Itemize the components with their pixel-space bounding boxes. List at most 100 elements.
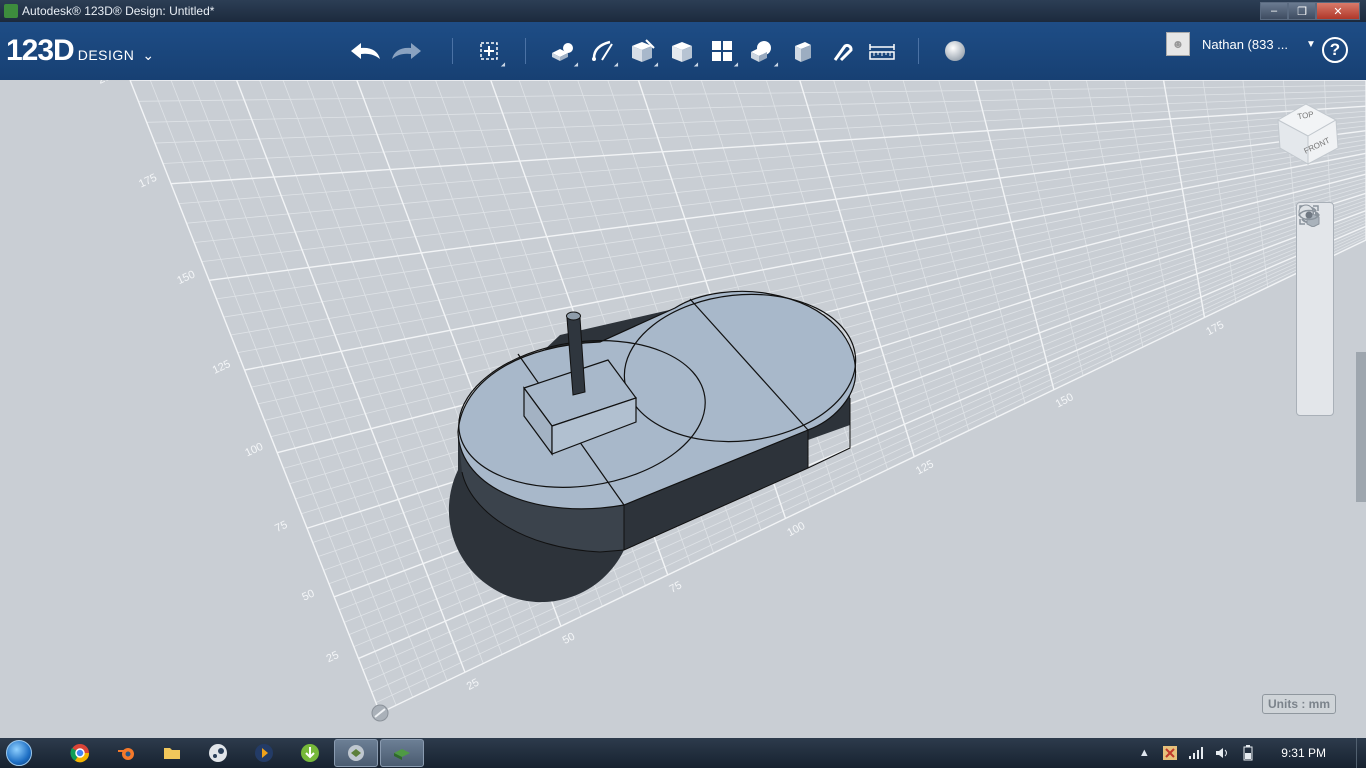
logo-secondary: DESIGN (77, 47, 135, 63)
dropdown-indicator-icon (500, 62, 508, 69)
windows-taskbar: ▲ 9:31 PM (0, 738, 1366, 768)
grid-axis-label: 25 (465, 677, 481, 693)
battery-icon[interactable] (1240, 745, 1256, 761)
grid-axis-label: 125 (211, 358, 233, 377)
toolbar-separator (918, 38, 919, 64)
123d-design-icon (394, 749, 410, 760)
taskbar-item-chrome[interactable] (58, 739, 102, 767)
taskbar-item-media[interactable] (242, 739, 286, 767)
undo-icon (351, 43, 380, 59)
blender-icon (118, 748, 134, 760)
origin-marker-icon (371, 704, 389, 722)
minimize-button[interactable]: – (1260, 2, 1288, 20)
avatar: ☻ (1166, 32, 1190, 56)
grouping-icon (751, 41, 771, 62)
grouping-button[interactable] (742, 31, 782, 71)
user-name: Nathan (833 ... (1202, 36, 1288, 52)
close-button[interactable]: ✕ (1316, 2, 1360, 20)
redo-icon (392, 43, 421, 59)
zoom-button[interactable] (1297, 206, 1333, 308)
transform-button[interactable] (469, 31, 509, 71)
primitives-button[interactable] (542, 31, 582, 71)
window-title: Autodesk® 123D® Design: Untitled* (22, 4, 215, 18)
user-account-menu[interactable]: ☻ Nathan (833 ... ▼ (1166, 32, 1316, 56)
pattern-icon (712, 41, 732, 61)
grid-line (138, 84, 1366, 102)
orbit-button[interactable] (1297, 206, 1333, 273)
start-button[interactable] (0, 738, 38, 768)
grid-axis-label: 50 (300, 588, 316, 604)
model-top-face[interactable] (457, 290, 857, 510)
pattern-button[interactable] (702, 31, 742, 71)
chevron-down-icon: ⌄ (142, 47, 155, 63)
taskbar-item-torrent[interactable] (288, 739, 332, 767)
visual-style-button[interactable] (1297, 204, 1333, 378)
measure-button[interactable] (862, 31, 902, 71)
taskbar-item-explorer[interactable] (150, 739, 194, 767)
grid-axis-label: 150 (175, 268, 197, 287)
grid-line (974, 80, 1055, 390)
model-body[interactable] (448, 283, 863, 603)
combine-button[interactable] (782, 31, 822, 71)
grid-line (1011, 80, 1084, 376)
3d-viewport[interactable]: 25 50 75 100 125 150 175 200 25 50 75 100 125 150 175 (0, 80, 1366, 738)
visibility-button[interactable] (1297, 209, 1333, 413)
ruler-icon (869, 44, 895, 60)
material-sphere-icon (945, 41, 965, 61)
taskbar-item-blender[interactable] (104, 739, 148, 767)
grid-line (223, 139, 1366, 318)
windows-logo-icon (6, 740, 32, 766)
taskbar-item-123d-design[interactable] (380, 739, 424, 767)
undo-button[interactable] (346, 31, 386, 71)
network-signal-icon[interactable] (1188, 745, 1204, 761)
app-menu-button[interactable]: 123D DESIGN ⌄ (6, 34, 176, 68)
app-icon (4, 4, 18, 18)
grid-axis-label: 150 (1054, 391, 1076, 410)
system-tray: ▲ 9:31 PM (1131, 738, 1366, 768)
material-button[interactable] (935, 31, 975, 71)
view-cube[interactable]: TOP FRONT (1272, 98, 1342, 168)
grid-line (235, 80, 466, 673)
show-desktop-button[interactable] (1356, 738, 1366, 768)
grid-line (170, 80, 414, 698)
units-indicator[interactable]: Units : mm (1262, 694, 1337, 714)
navigation-bar (1296, 202, 1334, 416)
chrome-icon (70, 744, 90, 763)
taskbar-item-app[interactable] (334, 739, 378, 767)
modify-button[interactable] (662, 31, 702, 71)
fit-view-button[interactable] (1297, 205, 1333, 343)
construct-button[interactable] (622, 31, 662, 71)
maximize-button[interactable]: ❐ (1288, 2, 1316, 20)
sketch-button[interactable] (582, 31, 622, 71)
grid-axis-label: 25 (325, 649, 341, 665)
taskbar-clock[interactable]: 9:31 PM (1281, 746, 1326, 760)
tools-group (542, 31, 902, 71)
sketch-icon (592, 40, 613, 61)
taskbar-item-steam[interactable] (196, 739, 240, 767)
snap-button[interactable] (822, 31, 862, 71)
show-hidden-icons-icon[interactable]: ▲ (1136, 745, 1152, 761)
media-player-icon (255, 744, 273, 762)
grid-axis-label: 75 (668, 579, 684, 595)
grid-line (282, 80, 503, 655)
units-label: Units : mm (1268, 697, 1331, 711)
grid-line (259, 80, 484, 664)
grid-and-model[interactable]: 25 50 75 100 125 150 175 200 25 50 75 100 125 150 175 (0, 80, 1366, 738)
steam-icon (209, 744, 227, 762)
toolbar-separator (452, 38, 453, 64)
window-controls: – ❐ ✕ (1260, 2, 1360, 20)
main-toolbar: 123D DESIGN ⌄ ☻ Nathan (833 ... ▼ ? (0, 22, 1366, 80)
dropdown-indicator-icon (573, 62, 581, 69)
chevron-down-icon: ▼ (1306, 38, 1316, 50)
post-cylinder-top (566, 311, 581, 321)
volume-icon[interactable] (1214, 745, 1230, 761)
security-alert-icon[interactable] (1162, 745, 1178, 761)
help-label: ? (1329, 40, 1341, 59)
grid-line (129, 80, 381, 714)
help-button[interactable]: ? (1322, 37, 1348, 63)
side-panel-tab[interactable] (1356, 352, 1366, 502)
grid-axis-label: 50 (561, 631, 577, 647)
toolbar-separator (525, 38, 526, 64)
redo-button[interactable] (386, 31, 426, 71)
transform-icon (480, 42, 498, 60)
